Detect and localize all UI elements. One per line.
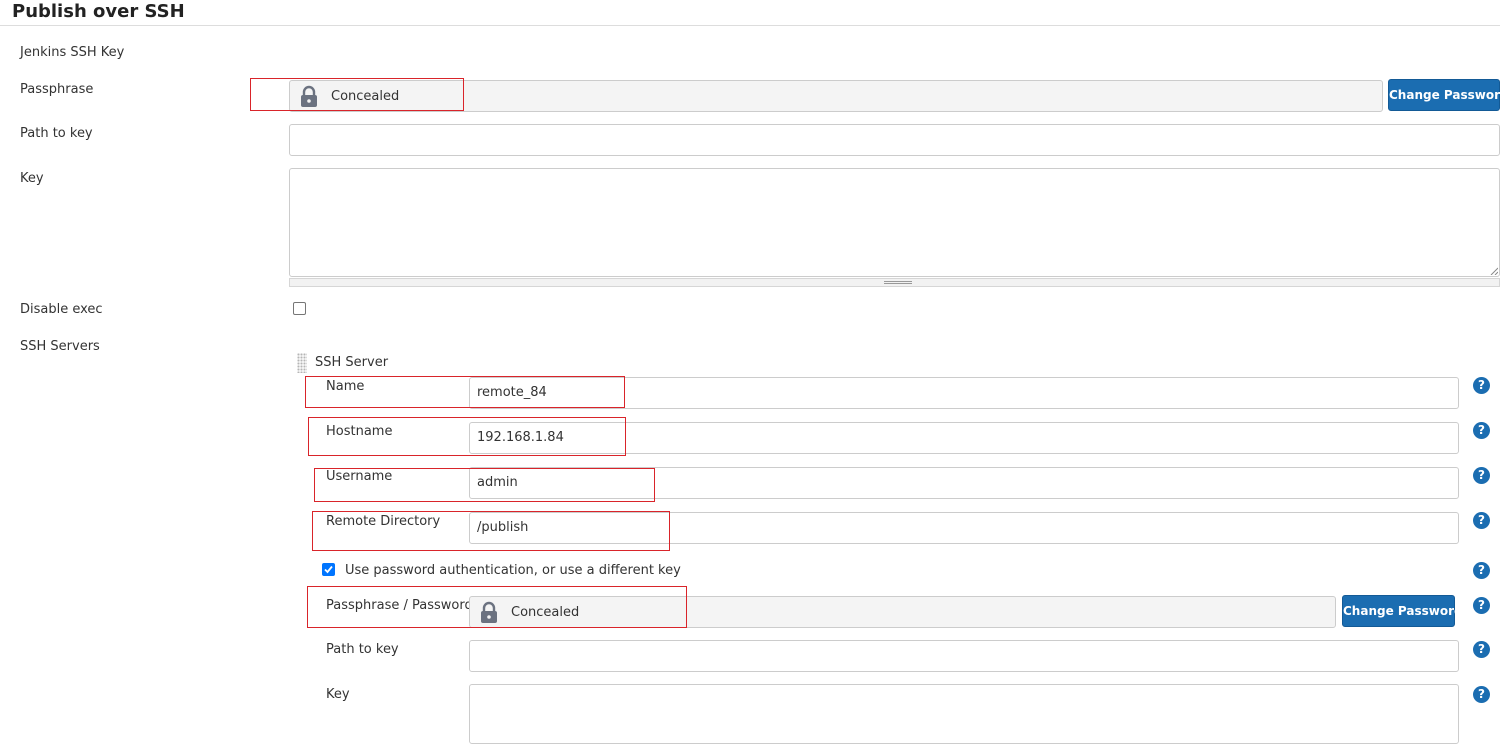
server-path-to-key-help-icon[interactable]: ? bbox=[1473, 641, 1490, 658]
section-title: Publish over SSH bbox=[12, 1, 185, 22]
change-password-button[interactable]: Change Password bbox=[1388, 79, 1500, 111]
resize-handle-icon[interactable] bbox=[884, 281, 912, 284]
resize-grip-icon[interactable] bbox=[1490, 267, 1498, 275]
path-to-key-input[interactable] bbox=[289, 124, 1500, 156]
ssh-servers-label: SSH Servers bbox=[20, 339, 100, 354]
jenkins-ssh-key-label: Jenkins SSH Key bbox=[20, 45, 125, 60]
username-label: Username bbox=[326, 469, 393, 484]
passphrase-password-label: Passphrase / Password bbox=[326, 598, 473, 613]
disable-exec-checkbox[interactable] bbox=[293, 302, 306, 315]
textarea-resize-bar[interactable] bbox=[289, 278, 1500, 287]
passphrase-label: Passphrase bbox=[20, 82, 94, 97]
drag-handle-icon[interactable] bbox=[297, 353, 307, 373]
server-path-to-key-label: Path to key bbox=[326, 642, 399, 657]
server-key-label: Key bbox=[326, 687, 350, 702]
passphrase-password-concealed-field[interactable]: Concealed bbox=[469, 596, 1336, 628]
passphrase-concealed-field[interactable]: Concealed bbox=[289, 80, 1383, 112]
use-password-label: Use password authentication, or use a di… bbox=[345, 563, 681, 578]
lock-icon bbox=[481, 601, 497, 623]
hostname-label: Hostname bbox=[326, 424, 393, 439]
key-label: Key bbox=[20, 171, 44, 186]
name-help-icon[interactable]: ? bbox=[1473, 377, 1490, 394]
server-key-help-icon[interactable]: ? bbox=[1473, 686, 1490, 703]
server-name-input[interactable]: remote_84 bbox=[469, 377, 1459, 409]
server-key-textarea[interactable] bbox=[469, 684, 1459, 744]
passphrase-concealed-text: Concealed bbox=[331, 88, 400, 104]
server-path-to-key-input[interactable] bbox=[469, 640, 1459, 672]
username-help-icon[interactable]: ? bbox=[1473, 467, 1490, 484]
username-input[interactable]: admin bbox=[469, 467, 1459, 499]
use-password-help-icon[interactable]: ? bbox=[1473, 562, 1490, 579]
disable-exec-label: Disable exec bbox=[20, 302, 103, 317]
passphrase-password-concealed-text: Concealed bbox=[511, 604, 580, 620]
title-divider bbox=[0, 25, 1500, 26]
remote-directory-help-icon[interactable]: ? bbox=[1473, 512, 1490, 529]
hostname-input[interactable]: 192.168.1.84 bbox=[469, 422, 1459, 454]
key-textarea[interactable] bbox=[289, 168, 1500, 277]
lock-icon bbox=[301, 85, 317, 107]
remote-directory-input[interactable]: /publish bbox=[469, 512, 1459, 544]
remote-directory-label: Remote Directory bbox=[326, 514, 441, 529]
hostname-help-icon[interactable]: ? bbox=[1473, 422, 1490, 439]
server-name-label: Name bbox=[326, 379, 365, 394]
passphrase-password-help-icon[interactable]: ? bbox=[1473, 597, 1490, 614]
server-change-password-button[interactable]: Change Password bbox=[1342, 595, 1463, 627]
ssh-server-header: SSH Server bbox=[315, 355, 389, 370]
checkmark-icon bbox=[324, 565, 333, 574]
use-password-checkbox[interactable] bbox=[322, 563, 335, 576]
path-to-key-label: Path to key bbox=[20, 126, 93, 141]
